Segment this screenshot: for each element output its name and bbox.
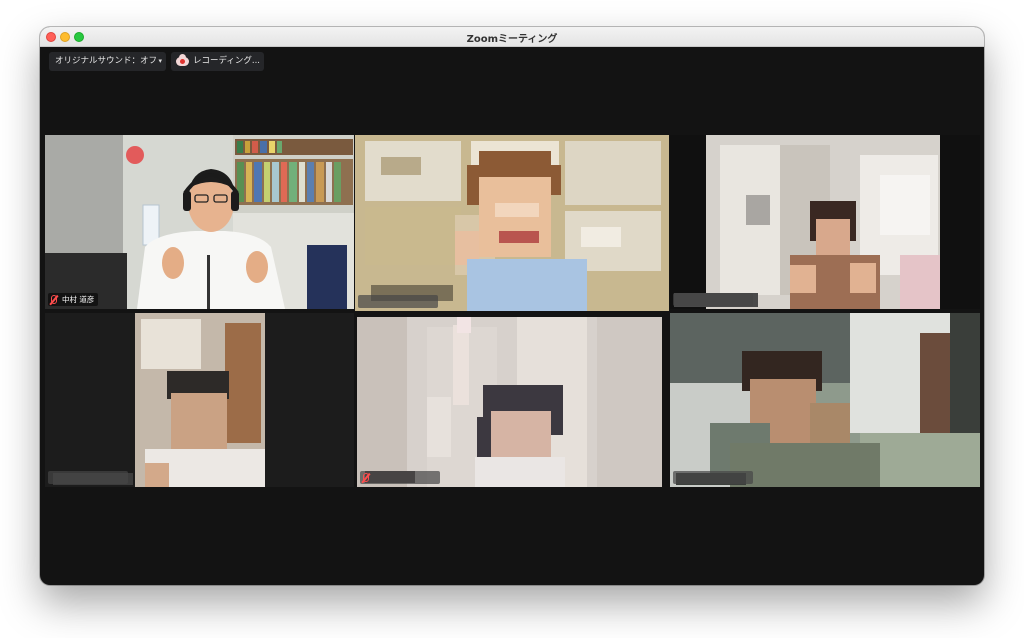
video-tile-4[interactable]: [45, 313, 354, 487]
participant-name: 中村 道彦: [62, 295, 95, 304]
zoom-window: Zoomミーティング オリジナルサウンド：オフ ▾ レコーディング... 中村 …: [40, 27, 984, 585]
participant-video-1: [45, 135, 354, 309]
participant-video-3: [670, 135, 980, 309]
participant-name-tag: [673, 471, 753, 484]
video-tile-6[interactable]: [670, 313, 980, 487]
participant-name-tag: [673, 293, 753, 306]
cloud-recording-icon: [176, 54, 189, 66]
original-sound-label: オリジナルサウンド：オフ: [55, 56, 158, 66]
recording-button[interactable]: レコーディング...: [171, 52, 264, 71]
participant-name-tag: 中村 道彦: [48, 293, 99, 306]
video-tile-5[interactable]: [357, 317, 662, 487]
video-tile-1[interactable]: 中村 道彦: [45, 135, 354, 309]
participant-name-tag: [358, 295, 438, 308]
title-bar[interactable]: Zoomミーティング: [40, 27, 984, 47]
window-title: Zoomミーティング: [466, 34, 558, 45]
participant-video-6: [670, 313, 980, 487]
video-tile-2[interactable]: [355, 135, 669, 311]
participant-name-tag: [48, 471, 128, 484]
video-tile-3[interactable]: [670, 135, 980, 309]
participant-name-tag: [360, 471, 440, 484]
participant-video-5: [357, 317, 662, 487]
recording-label: レコーディング...: [193, 56, 261, 66]
participant-video-4: [45, 313, 354, 487]
chevron-down-icon[interactable]: ▾: [158, 52, 162, 71]
participant-video-2: [355, 135, 669, 311]
mic-muted-icon: [363, 473, 369, 482]
mic-muted-icon: [51, 295, 57, 304]
original-sound-button[interactable]: オリジナルサウンド：オフ ▾: [49, 52, 166, 71]
